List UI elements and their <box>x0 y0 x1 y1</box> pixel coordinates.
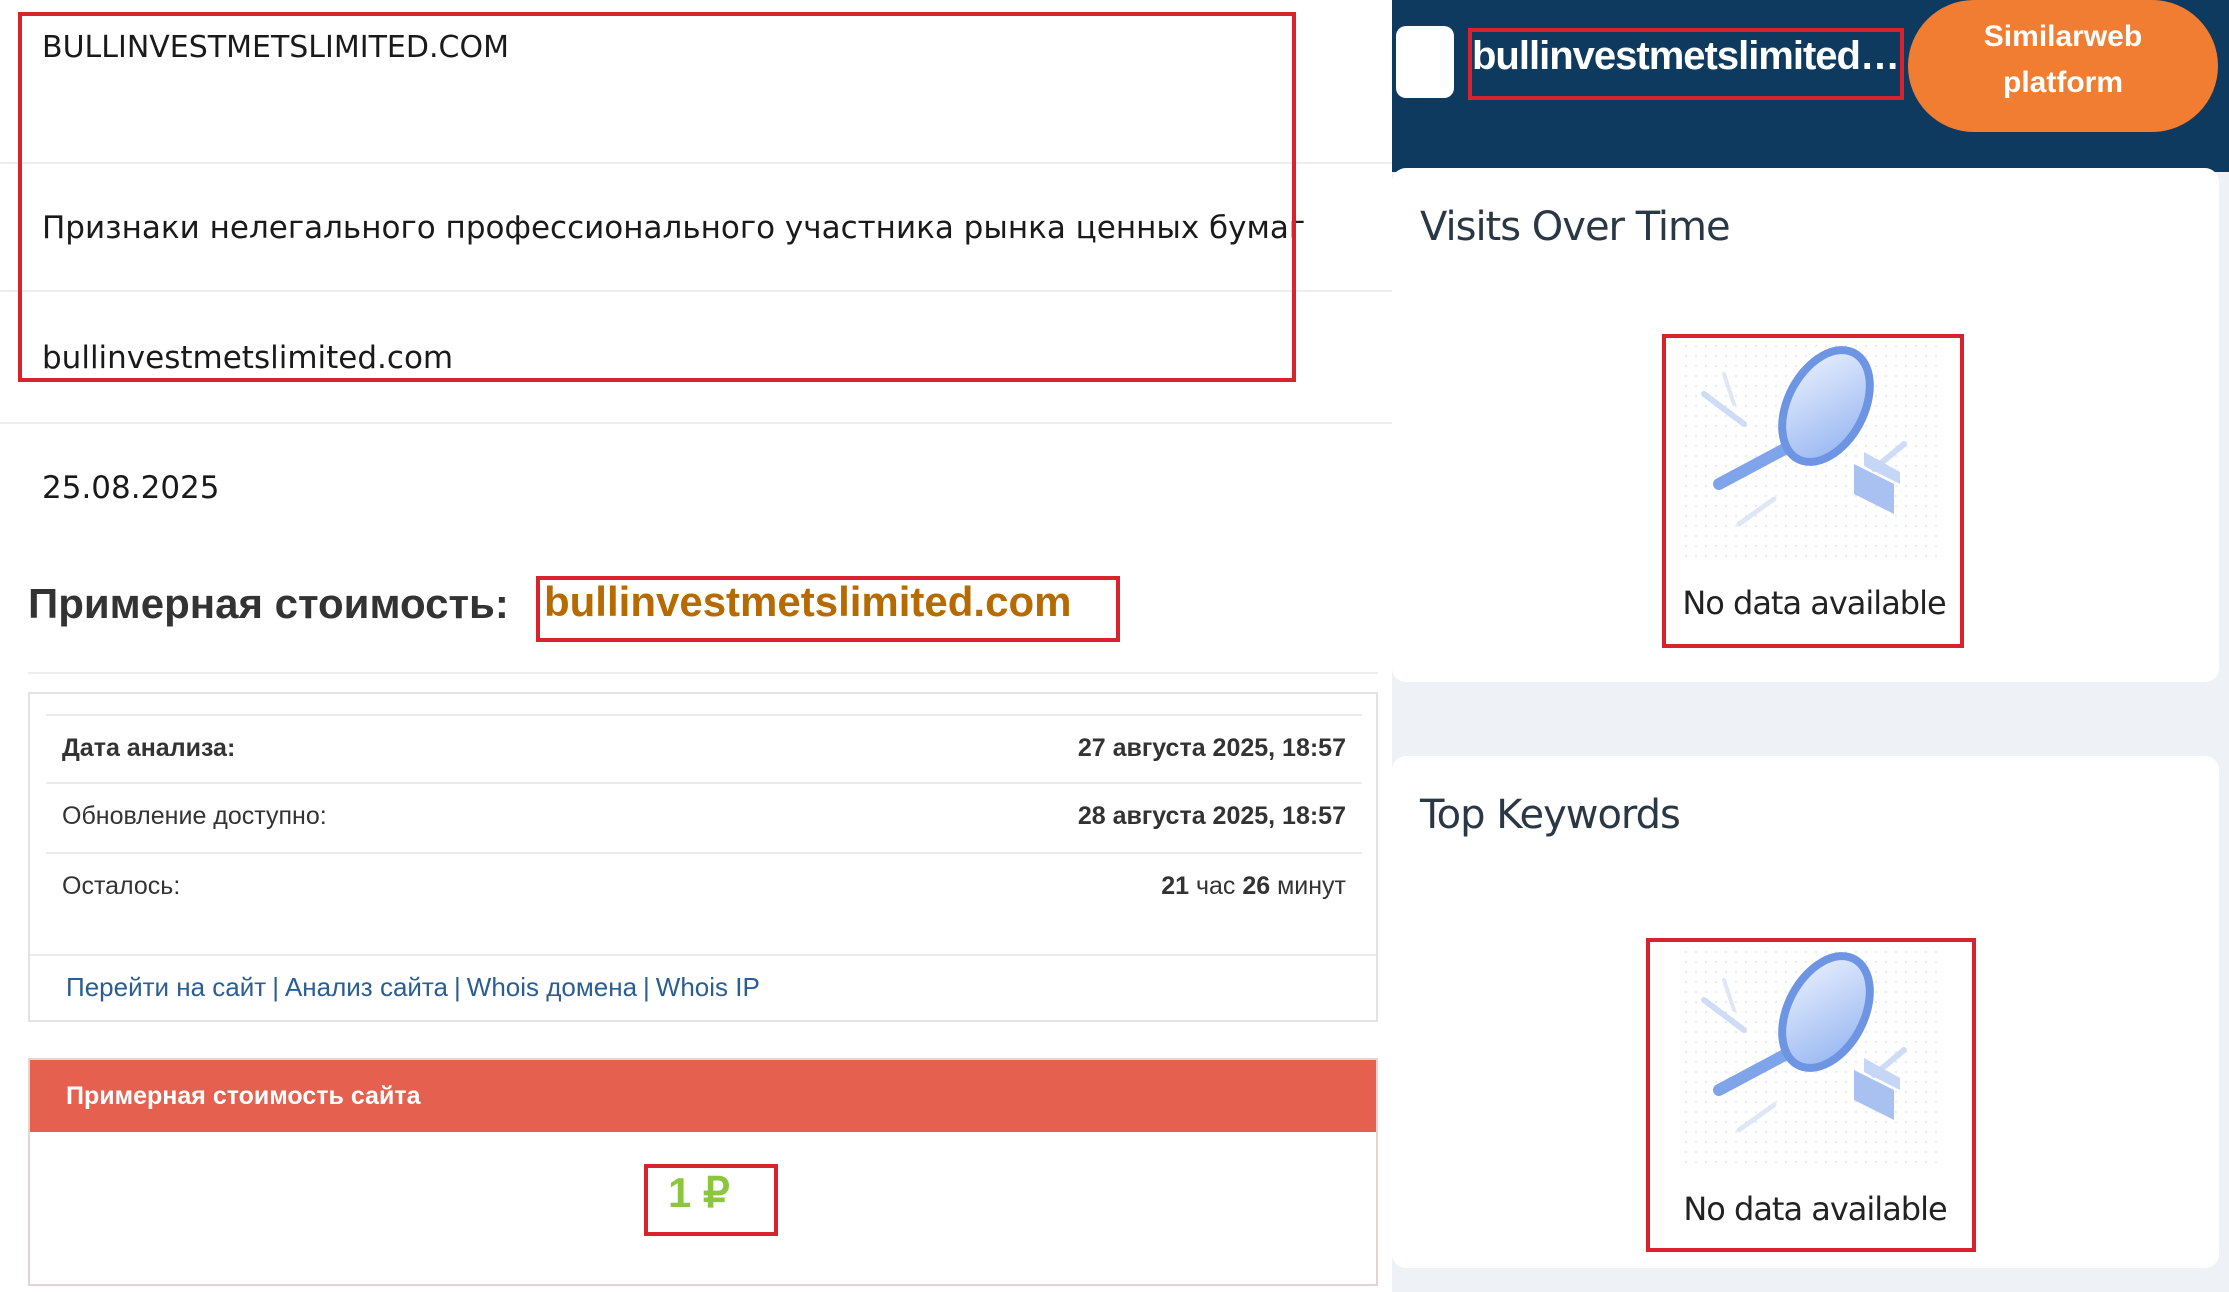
info-row-analysis-date: Дата анализа: 27 августа 2025, 18:57 <box>46 714 1362 782</box>
link-ip-whois[interactable]: Whois IP <box>656 972 760 1002</box>
similarweb-platform-button[interactable]: Similarweb platform <box>1908 0 2218 132</box>
highlight-box <box>1468 28 1904 100</box>
info-row-update-available: Обновление доступно: 28 августа 2025, 18… <box>46 782 1362 850</box>
date-text: 25.08.2025 <box>42 470 220 506</box>
platform-button-line2: platform <box>2003 66 2123 99</box>
info-label: Дата анализа: <box>62 734 236 762</box>
price-card-header: Примерная стоимость сайта <box>30 1060 1376 1132</box>
info-label: Осталось: <box>62 872 181 900</box>
highlight-box <box>1662 334 1964 648</box>
analysis-info-card: Дата анализа: 27 августа 2025, 18:57 Обн… <box>28 692 1378 1022</box>
highlight-box <box>644 1164 778 1236</box>
right-panel: bullinvestmetslimited.c... Similarweb pl… <box>1392 0 2229 1292</box>
links-row: Перейти на сайт | Анализ сайта | Whois домен… <box>30 954 1376 1022</box>
site-favicon <box>1396 26 1454 98</box>
highlight-box <box>1646 938 1976 1252</box>
hours-value: 21 <box>1161 872 1189 900</box>
divider <box>28 672 1378 674</box>
info-row-remaining: Осталось: 21 час 26 минут <box>46 852 1362 920</box>
left-panel: BULLINVESTMETSLIMITED.COM Признаки нелег… <box>0 0 1392 1292</box>
info-label: Обновление доступно: <box>62 802 327 830</box>
link-separator: | <box>454 972 461 1002</box>
link-site-analysis[interactable]: Анализ сайта <box>285 972 448 1002</box>
divider <box>0 422 1392 424</box>
link-go-to-site[interactable]: Перейти на сайт <box>66 972 266 1002</box>
similarweb-header: bullinvestmetslimited.c... Similarweb pl… <box>1392 0 2229 172</box>
card-title: Visits Over Time <box>1420 204 1731 250</box>
link-separator: | <box>272 972 279 1002</box>
hours-unit: час <box>1189 872 1243 900</box>
highlight-box <box>18 12 1296 382</box>
minutes-unit: минут <box>1270 872 1346 900</box>
link-list: Перейти на сайт | Анализ сайта | Whois домен… <box>66 972 760 1003</box>
info-value: 28 августа 2025, 18:57 <box>1077 802 1346 830</box>
platform-button-line1: Similarweb <box>1983 20 2143 53</box>
highlight-box <box>536 576 1120 642</box>
link-separator: | <box>643 972 650 1002</box>
link-domain-whois[interactable]: Whois домена <box>467 972 637 1002</box>
price-card-title: Примерная стоимость сайта <box>66 1082 421 1110</box>
info-value: 21 час 26 минут <box>1161 872 1346 901</box>
estimate-title: Примерная стоимость: <box>28 580 509 627</box>
card-title: Top Keywords <box>1420 792 1681 838</box>
minutes-value: 26 <box>1242 872 1271 900</box>
info-value: 27 августа 2025, 18:57 <box>1077 734 1346 762</box>
